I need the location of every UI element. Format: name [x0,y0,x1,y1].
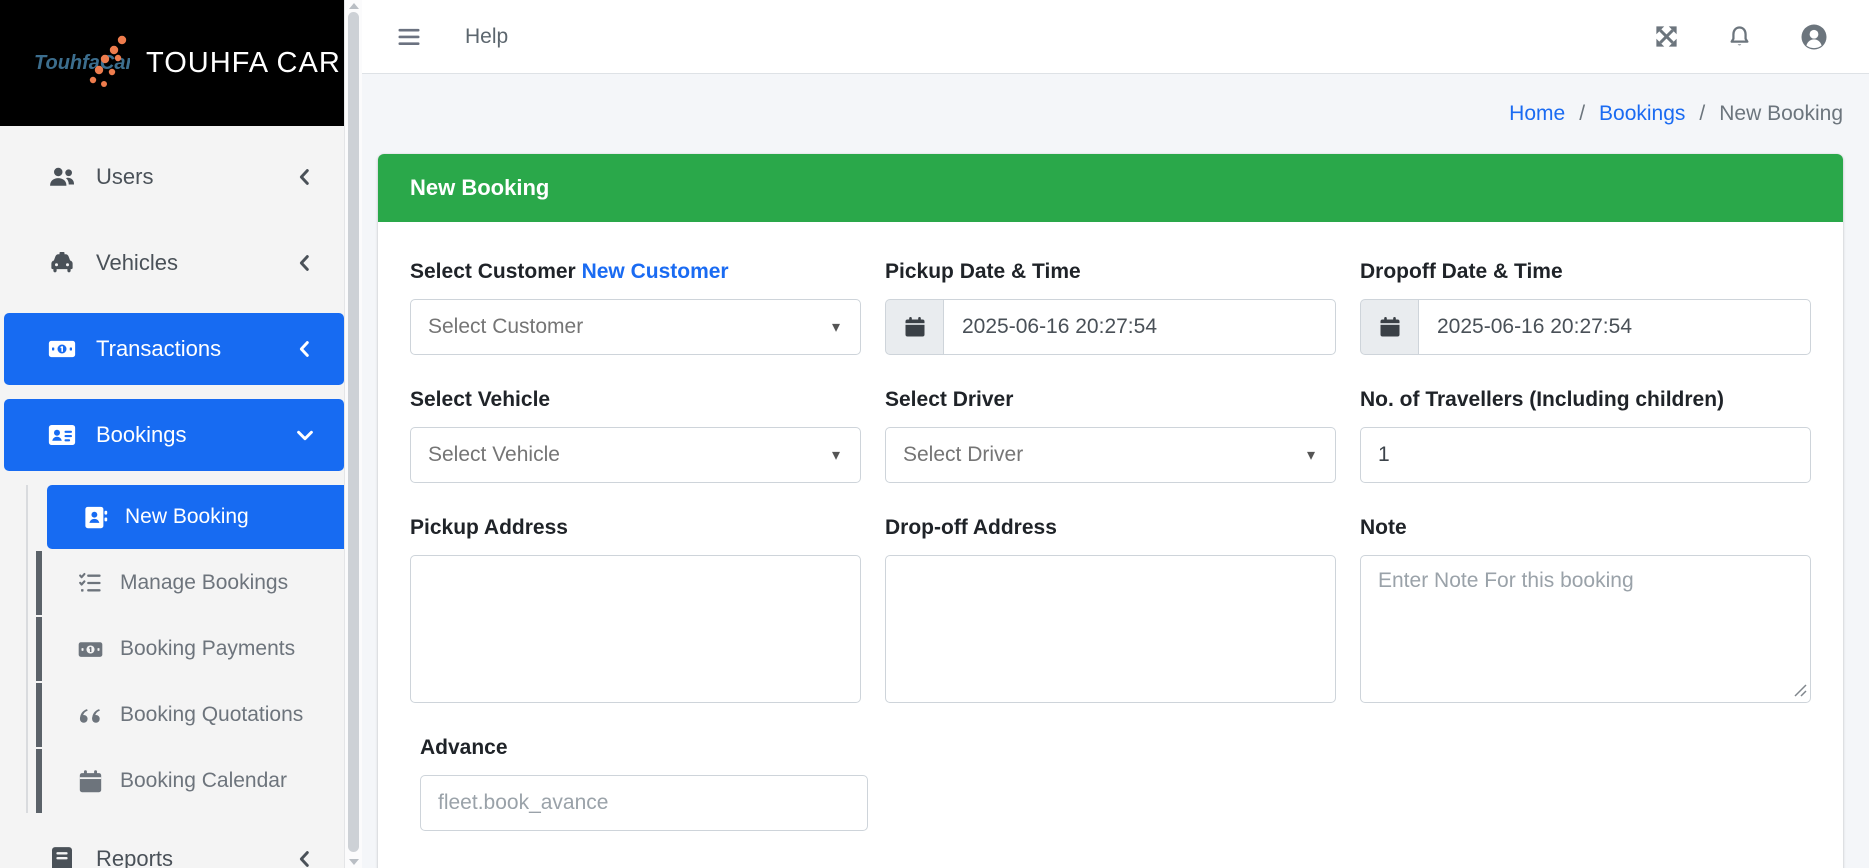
breadcrumb-home[interactable]: Home [1509,102,1565,126]
dropoff-datetime-input[interactable] [1418,299,1811,355]
brand-logo: TouhfaCar [34,29,130,98]
sidebar-item-booking-payments[interactable]: Booking Payments [36,617,344,681]
breadcrumb: Home / Bookings / New Booking [378,98,1843,130]
calendar-icon[interactable] [885,299,943,355]
sidebar-item-reports[interactable]: Reports [4,823,344,868]
note-label: Note [1360,516,1811,540]
scrollbar-down-arrow[interactable] [349,859,359,865]
breadcrumb-separator: / [1579,102,1585,126]
money-bill-icon [76,633,104,665]
select-vehicle-dropdown[interactable]: Select Vehicle [410,427,861,483]
dropoff-datetime-group: Dropoff Date & Time [1360,260,1811,355]
user-avatar-icon[interactable] [1799,22,1829,52]
new-booking-card: New Booking Select Customer New Customer… [378,154,1843,868]
scrollbar-up-arrow[interactable] [349,3,359,9]
app-window: TouhfaCar TOUHFA CAR Users [0,0,1869,868]
svg-text:TouhfaCar: TouhfaCar [34,52,130,74]
dropoff-address-textarea[interactable] [885,555,1336,703]
dropoff-datetime-label: Dropoff Date & Time [1360,260,1811,284]
brand-name: TOUHFA CAR [146,47,341,80]
sidebar-item-new-booking[interactable]: New Booking [47,485,344,549]
tasks-icon [76,567,104,599]
calendar-icon [76,765,104,797]
travellers-input[interactable] [1360,427,1811,483]
pickup-datetime-label: Pickup Date & Time [885,260,1336,284]
advance-group: Advance [420,736,1811,831]
help-link[interactable]: Help [465,25,508,49]
quote-icon [76,699,104,731]
sidebar-item-bookings[interactable]: Bookings [4,399,344,471]
sidebar-item-booking-quotations[interactable]: Booking Quotations [36,683,344,747]
sidebar-item-booking-calendar[interactable]: Booking Calendar [36,749,344,813]
new-customer-link[interactable]: New Customer [582,260,729,283]
notifications-bell-icon[interactable] [1726,23,1753,50]
users-icon [46,161,78,193]
select-customer-label: Select Customer New Customer [410,260,861,284]
breadcrumb-current: New Booking [1719,102,1843,126]
select-customer-group: Select Customer New Customer Select Cust… [410,260,861,355]
card-title: New Booking [378,154,1843,222]
brand-header[interactable]: TouhfaCar TOUHFA CAR [0,0,344,126]
advance-label: Advance [420,736,1811,760]
advance-input[interactable] [420,775,868,831]
chevron-left-icon [294,848,316,868]
breadcrumb-separator: / [1699,102,1705,126]
note-group: Note [1360,516,1811,703]
sidebar: TouhfaCar TOUHFA CAR Users [0,0,344,868]
chevron-left-icon [294,338,316,360]
car-icon [46,247,78,279]
address-book-icon [81,501,109,533]
dropoff-address-group: Drop-off Address [885,516,1336,703]
topbar: Help [362,0,1869,74]
sidebar-item-transactions[interactable]: Transactions [4,313,344,385]
sidebar-nav: Users Vehicles Transactions [0,126,344,868]
fullscreen-icon[interactable] [1653,23,1680,50]
select-driver-dropdown[interactable]: Select Driver [885,427,1336,483]
sidebar-scrollbar[interactable] [344,0,362,868]
note-textarea[interactable] [1360,555,1811,703]
card-body: Select Customer New Customer Select Cust… [378,222,1843,868]
select-vehicle-label: Select Vehicle [410,388,861,412]
select-driver-label: Select Driver [885,388,1336,412]
scrollbar-thumb[interactable] [348,12,359,852]
money-bill-icon [46,333,78,365]
breadcrumb-bookings[interactable]: Bookings [1599,102,1685,126]
pickup-datetime-input[interactable] [943,299,1336,355]
id-card-icon [46,419,78,451]
travellers-label: No. of Travellers (Including children) [1360,388,1811,412]
pickup-address-label: Pickup Address [410,516,861,540]
bookings-submenu: New Booking Manage Bookings Booking Paym… [0,485,344,813]
sidebar-item-users[interactable]: Users [4,141,344,213]
calendar-icon[interactable] [1360,299,1418,355]
menu-toggle-button[interactable] [395,23,423,51]
main-area: Help Home / Bookings / New Booking New B… [362,0,1869,868]
sidebar-item-manage-bookings[interactable]: Manage Bookings [36,551,344,615]
chevron-left-icon [294,166,316,188]
report-icon [46,843,78,868]
select-vehicle-group: Select Vehicle Select Vehicle [410,388,861,483]
pickup-address-group: Pickup Address [410,516,861,703]
chevron-left-icon [294,252,316,274]
sidebar-item-vehicles[interactable]: Vehicles [4,227,344,299]
select-driver-group: Select Driver Select Driver [885,388,1336,483]
travellers-group: No. of Travellers (Including children) [1360,388,1811,483]
pickup-address-textarea[interactable] [410,555,861,703]
topbar-actions [1653,22,1829,52]
select-customer-dropdown[interactable]: Select Customer [410,299,861,355]
pickup-datetime-group: Pickup Date & Time [885,260,1336,355]
chevron-down-icon [294,424,316,446]
dropoff-address-label: Drop-off Address [885,516,1336,540]
